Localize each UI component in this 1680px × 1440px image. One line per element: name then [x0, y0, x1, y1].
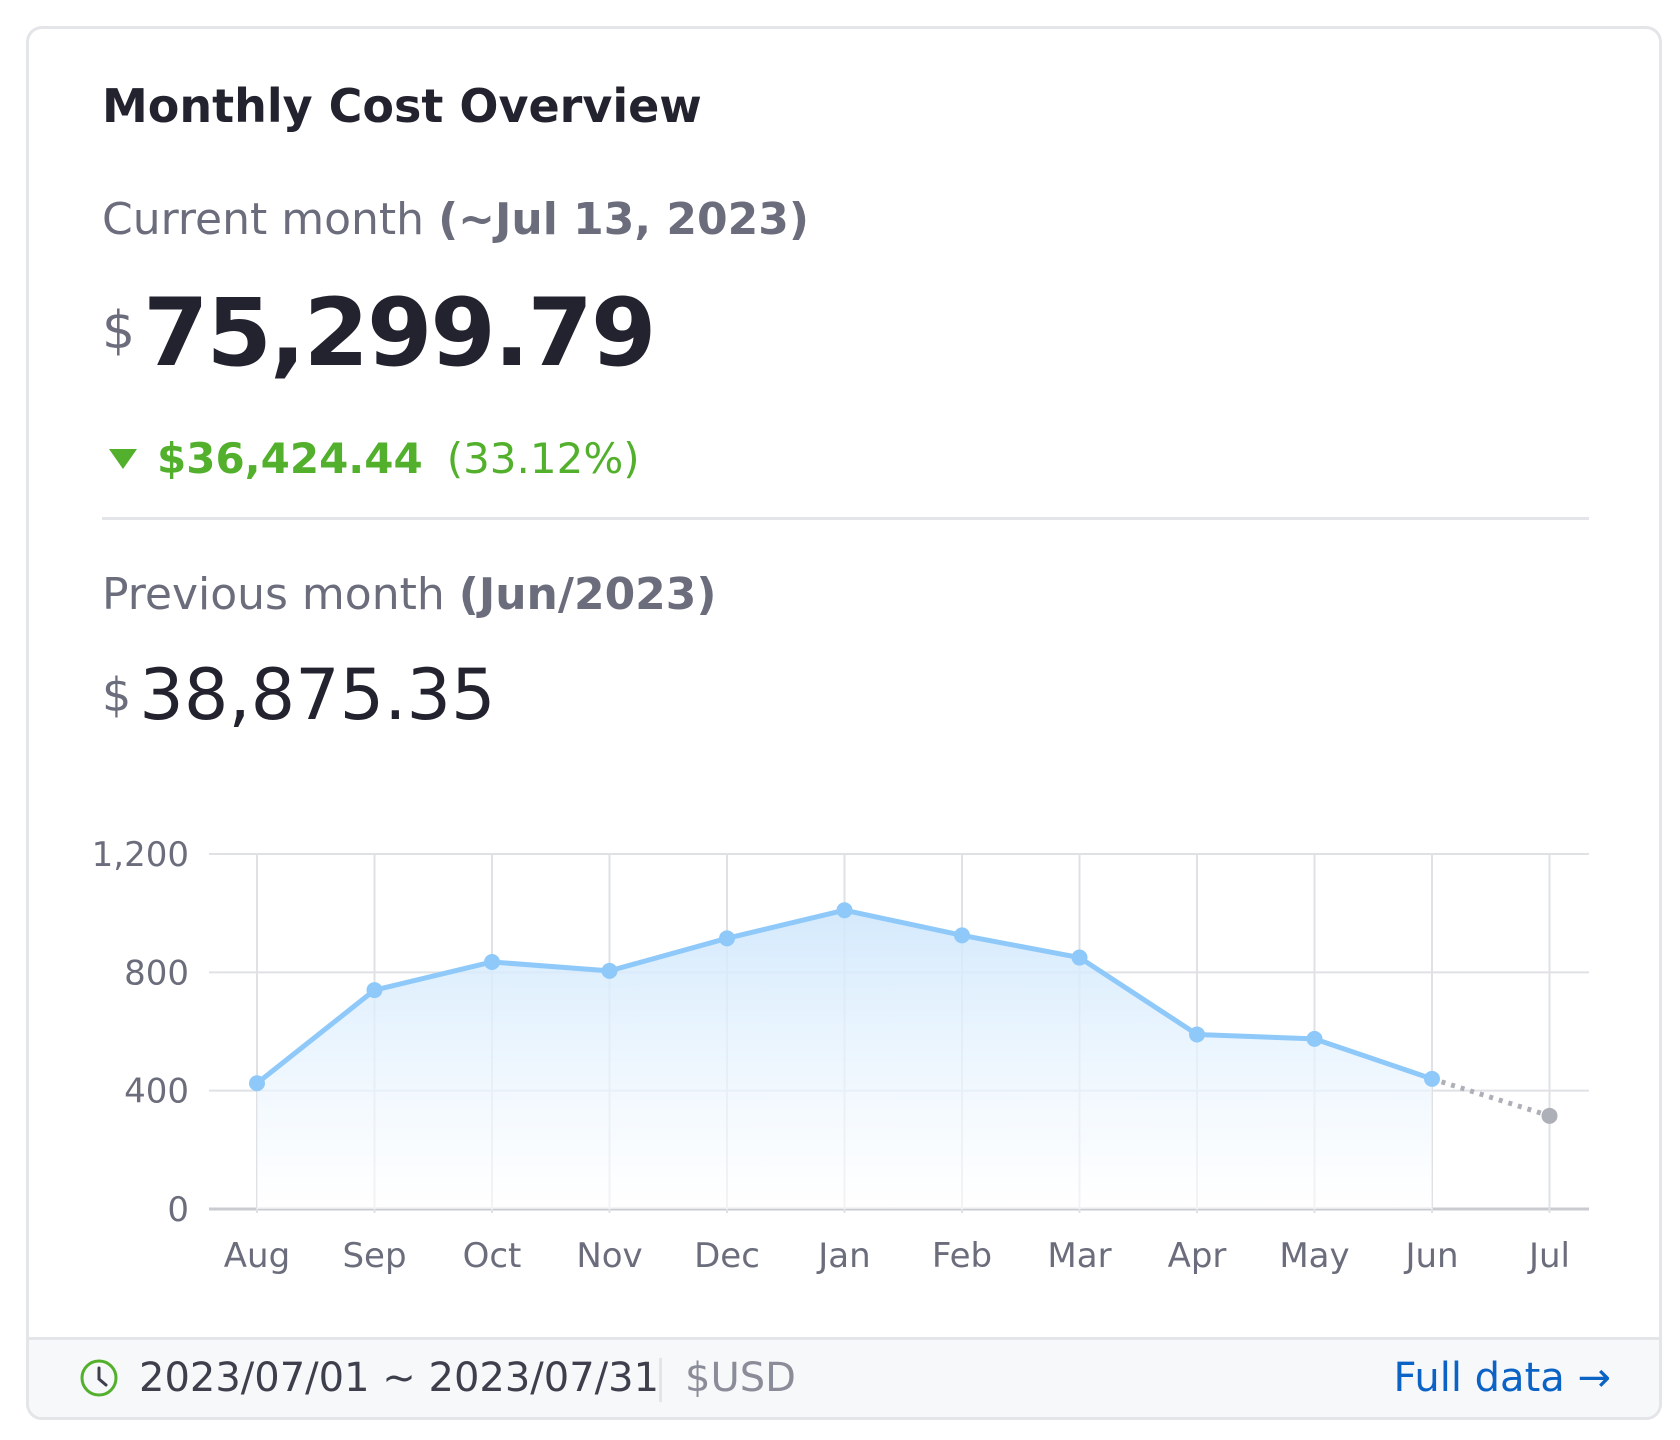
current-month-period: (~Jul 13, 2023)	[438, 194, 809, 245]
previous-amount-value: 38,875.35	[139, 654, 496, 736]
data-point	[1424, 1070, 1440, 1087]
x-tick-label: Aug	[224, 1236, 290, 1276]
full-data-link[interactable]: Full data →	[1394, 1355, 1611, 1401]
card-footer: 2023/07/01 ~ 2023/07/31 $USD Full data →	[29, 1337, 1659, 1417]
currency-symbol: $	[102, 668, 132, 722]
current-amount-value: 75,299.79	[143, 279, 656, 388]
previous-month-text: Previous month	[102, 569, 445, 620]
x-tick-label: Mar	[1047, 1236, 1111, 1276]
data-point	[1189, 1026, 1205, 1043]
x-tick-label: Apr	[1168, 1236, 1227, 1276]
change-indicator: $36,424.44 (33.12%)	[109, 434, 640, 483]
previous-month-amount: $38,875.35	[102, 654, 496, 736]
data-point	[601, 962, 618, 979]
series-area	[257, 910, 1432, 1209]
x-tick-label: Jul	[1527, 1236, 1570, 1276]
previous-month-label: Previous month (Jun/2023)	[102, 569, 717, 620]
currency-symbol: $	[102, 301, 136, 361]
x-tick-label: Jun	[1403, 1236, 1458, 1276]
current-month-text: Current month	[102, 194, 425, 245]
x-tick-label: Dec	[694, 1236, 760, 1276]
monthly-cost-chart: 0 400 800 1,200 Aug Sep Oct Nov Dec Jan Feb Mar Apr M…	[92, 835, 1589, 1276]
previous-month-period: (Jun/2023)	[458, 569, 717, 620]
change-percent: (33.12%)	[446, 434, 640, 483]
date-range: 2023/07/01 ~ 2023/07/31	[139, 1355, 660, 1401]
x-tick-label: Jan	[816, 1236, 870, 1276]
data-point	[1306, 1030, 1323, 1047]
cost-overview-card: Monthly Cost Overview Current month (~Ju…	[26, 26, 1662, 1420]
currency-label: $USD	[685, 1355, 796, 1401]
forecast-point	[1541, 1107, 1558, 1124]
forecast-line	[1431, 1076, 1551, 1119]
x-tick-label: May	[1279, 1236, 1349, 1276]
x-tick-label: Nov	[576, 1236, 642, 1276]
data-point	[484, 953, 500, 970]
data-point	[249, 1075, 265, 1092]
x-tick-label: Feb	[932, 1236, 992, 1276]
y-tick-label: 400	[124, 1072, 189, 1112]
current-month-label: Current month (~Jul 13, 2023)	[102, 194, 809, 245]
x-tick-label: Oct	[463, 1236, 522, 1276]
change-amount: $36,424.44	[157, 434, 423, 483]
data-point	[719, 930, 735, 947]
data-point	[954, 927, 970, 944]
clock-icon	[80, 1359, 118, 1397]
data-point	[836, 902, 853, 919]
current-month-amount: $75,299.79	[102, 279, 656, 388]
divider	[102, 517, 1589, 520]
y-tick-label: 800	[124, 953, 189, 993]
card-title: Monthly Cost Overview	[102, 79, 702, 133]
data-point	[1071, 949, 1088, 966]
data-point	[366, 982, 383, 999]
y-tick-label: 1,200	[92, 835, 189, 875]
x-tick-label: Sep	[342, 1236, 406, 1276]
footer-separator	[659, 1358, 662, 1402]
down-triangle-icon	[109, 448, 137, 469]
y-tick-label: 0	[167, 1190, 189, 1230]
